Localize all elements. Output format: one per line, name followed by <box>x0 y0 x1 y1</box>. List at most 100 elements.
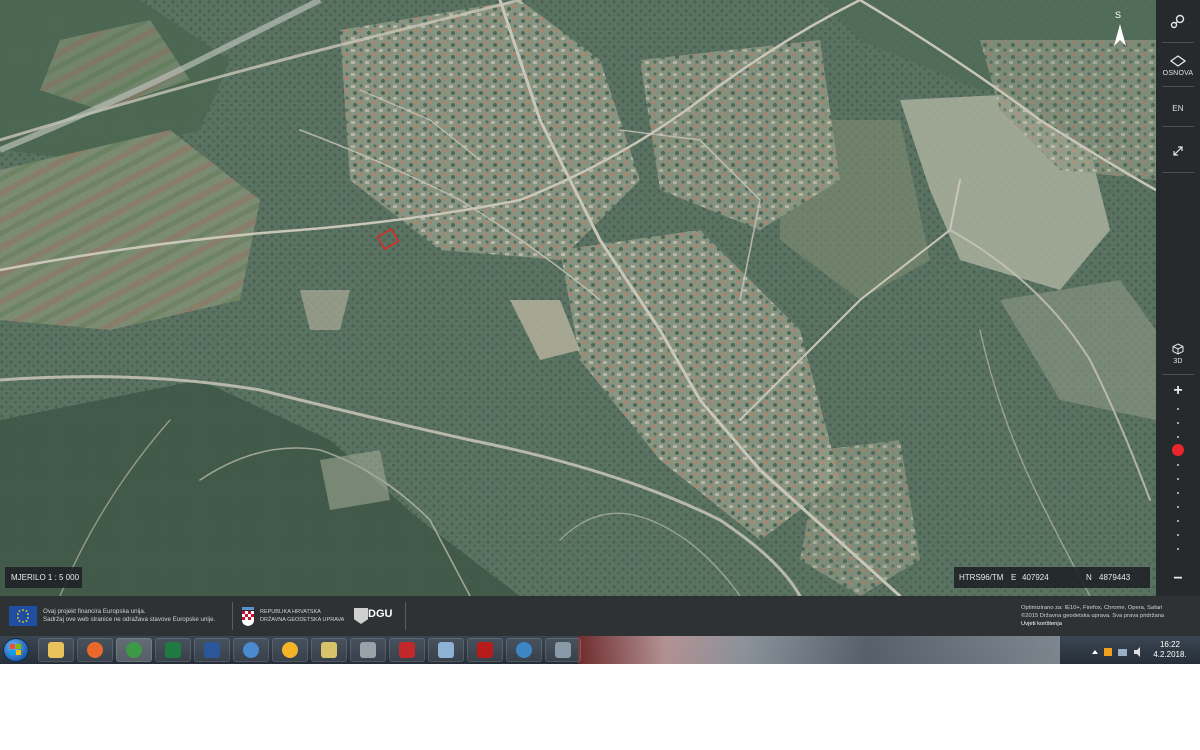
taskbar-app-button[interactable] <box>77 638 113 662</box>
zoom-in-button[interactable]: + <box>1156 380 1200 402</box>
toolbar-divider <box>1162 126 1194 127</box>
scanner-icon <box>360 642 376 658</box>
browser-support-text: Optimizirano za: IE10+, Firefox, Chrome,… <box>1021 605 1163 611</box>
clock[interactable]: 16:22 4.2.2018. <box>1150 640 1190 660</box>
easting-label: E <box>1011 573 1017 582</box>
aerial-map-view[interactable]: S MJERILO 1 : 5 000 HTRS96/TM E 407924 N… <box>0 0 1156 596</box>
toolbar-divider <box>1162 374 1194 375</box>
search-button[interactable] <box>1156 4 1200 40</box>
eu-notice-line1: Ovaj projekt financira Europska unija. <box>43 608 146 615</box>
search-pin-icon <box>1170 14 1185 29</box>
aerial-imagery[interactable] <box>0 0 1156 596</box>
government-line1: REPUBLIKA HRVATSKA <box>260 609 321 615</box>
taskbar-app-button[interactable] <box>116 638 152 662</box>
north-arrow-icon <box>1114 24 1126 46</box>
zoom-level-dot[interactable] <box>1177 464 1179 466</box>
eu-notice-line2: Sadržaj ove web stranice ne odražava sta… <box>43 616 216 623</box>
terms-link[interactable]: Uvjeti korištenja <box>1021 620 1164 628</box>
northing-value: 4879443 <box>1099 573 1131 582</box>
layers-icon <box>1170 55 1186 67</box>
copyright-text: ©2015 Državna geodetska uprava. Sva prav… <box>1021 613 1165 619</box>
expand-arrows-icon <box>1173 146 1183 156</box>
tray-app-icon <box>1104 648 1112 656</box>
volume-icon <box>1134 647 1140 657</box>
view-3d-button[interactable]: 3D <box>1156 336 1200 372</box>
taskbar-app-button[interactable] <box>38 638 74 662</box>
map-toolbar: OSNOVA EN 3D + − <box>1156 0 1200 596</box>
zoom-in-label: + <box>1173 382 1183 399</box>
zoom-level-dot[interactable] <box>1177 408 1179 410</box>
view-3d-label: 3D <box>1173 358 1183 365</box>
easting-value: 407924 <box>1022 573 1049 582</box>
zoom-level-dot[interactable] <box>1177 548 1179 550</box>
toolbar-divider <box>1162 86 1194 87</box>
word-icon <box>204 642 220 658</box>
zoom-slider-track[interactable] <box>1172 408 1184 568</box>
language-label: EN <box>1172 104 1184 113</box>
zoom-level-dot[interactable] <box>1177 492 1179 494</box>
acrobat-icon <box>477 642 493 658</box>
zoom-level-dot[interactable] <box>1177 422 1179 424</box>
toolbar-divider <box>1162 172 1194 173</box>
taskbar-app-button[interactable] <box>428 638 464 662</box>
zoom-level-dot[interactable] <box>1177 520 1179 522</box>
sun-icon <box>282 642 298 658</box>
taskbar-app-button[interactable] <box>389 638 425 662</box>
dgu-logo[interactable]: DGU <box>354 606 394 628</box>
scale-indicator: MJERILO 1 : 5 000 <box>5 567 82 588</box>
windows-logo-icon <box>10 644 21 655</box>
zoom-level-dot[interactable] <box>1177 534 1179 536</box>
tools-icon <box>321 642 337 658</box>
taskbar-app-button[interactable] <box>311 638 347 662</box>
taskbar-app-button[interactable] <box>350 638 386 662</box>
taskbar-app-button[interactable] <box>467 638 503 662</box>
language-button[interactable]: EN <box>1156 92 1200 122</box>
dgu-logo-text: DGU <box>368 608 393 620</box>
zoom-level-dot[interactable] <box>1177 478 1179 480</box>
eu-flag-icon <box>9 606 37 626</box>
start-button[interactable] <box>3 638 29 662</box>
system-tray[interactable] <box>1090 645 1150 657</box>
zoom-slider-handle[interactable] <box>1172 443 1184 456</box>
taskbar-app-button[interactable] <box>506 638 542 662</box>
coord-system-label: HTRS96/TM <box>959 573 1004 582</box>
zoom-out-button[interactable]: − <box>1156 568 1200 590</box>
file-explorer-icon <box>48 642 64 658</box>
taskbar-wallpaper-strip <box>578 636 1060 664</box>
windows-taskbar: 16:22 4.2.2018. <box>0 636 1200 664</box>
government-line2: DRŽAVNA GEODETSKA UPRAVA <box>260 617 345 623</box>
zoom-level-dot[interactable] <box>1177 506 1179 508</box>
taskbar-app-button[interactable] <box>545 638 581 662</box>
footer-divider <box>405 602 406 630</box>
fullscreen-button[interactable] <box>1156 134 1200 168</box>
zoom-out-label: − <box>1173 570 1183 587</box>
globe-icon <box>516 642 532 658</box>
clock-date: 4.2.2018. <box>1153 650 1187 659</box>
compass[interactable]: S <box>1106 10 1130 50</box>
zoom-level-dot[interactable] <box>1177 436 1179 438</box>
footer-legal: Optimizirano za: IE10+, Firefox, Chrome,… <box>1021 604 1164 628</box>
basemap-button[interactable]: OSNOVA <box>1156 48 1200 84</box>
calculator-icon <box>438 642 454 658</box>
taskbar-app-button[interactable] <box>194 638 230 662</box>
cube-icon <box>1172 343 1184 355</box>
network-icon <box>243 642 259 658</box>
coordinate-readout: HTRS96/TM E 407924 N 4879443 <box>954 567 1150 588</box>
firefox-icon <box>87 642 103 658</box>
footer-divider <box>232 602 233 630</box>
paint-icon <box>555 642 571 658</box>
scale-label: MJERILO 1 : 5 000 <box>11 573 80 582</box>
taskbar-app-button[interactable] <box>233 638 269 662</box>
croatia-coat-of-arms-icon <box>241 605 255 627</box>
site-footer: Ovaj projekt financira Europska unija. S… <box>0 596 1200 636</box>
northing-label: N <box>1086 573 1092 582</box>
eu-notice: Ovaj projekt financira Europska unija. S… <box>43 608 215 624</box>
chrome-icon <box>126 642 142 658</box>
taskbar-app-button[interactable] <box>155 638 191 662</box>
taskbar-app-button[interactable] <box>272 638 308 662</box>
toolbar-divider <box>1162 42 1194 43</box>
tray-expand-icon <box>1092 650 1098 654</box>
government-label: REPUBLIKA HRVATSKA DRŽAVNA GEODETSKA UPR… <box>260 608 344 624</box>
basemap-label: OSNOVA <box>1162 70 1194 77</box>
clock-time: 16:22 <box>1159 640 1181 649</box>
